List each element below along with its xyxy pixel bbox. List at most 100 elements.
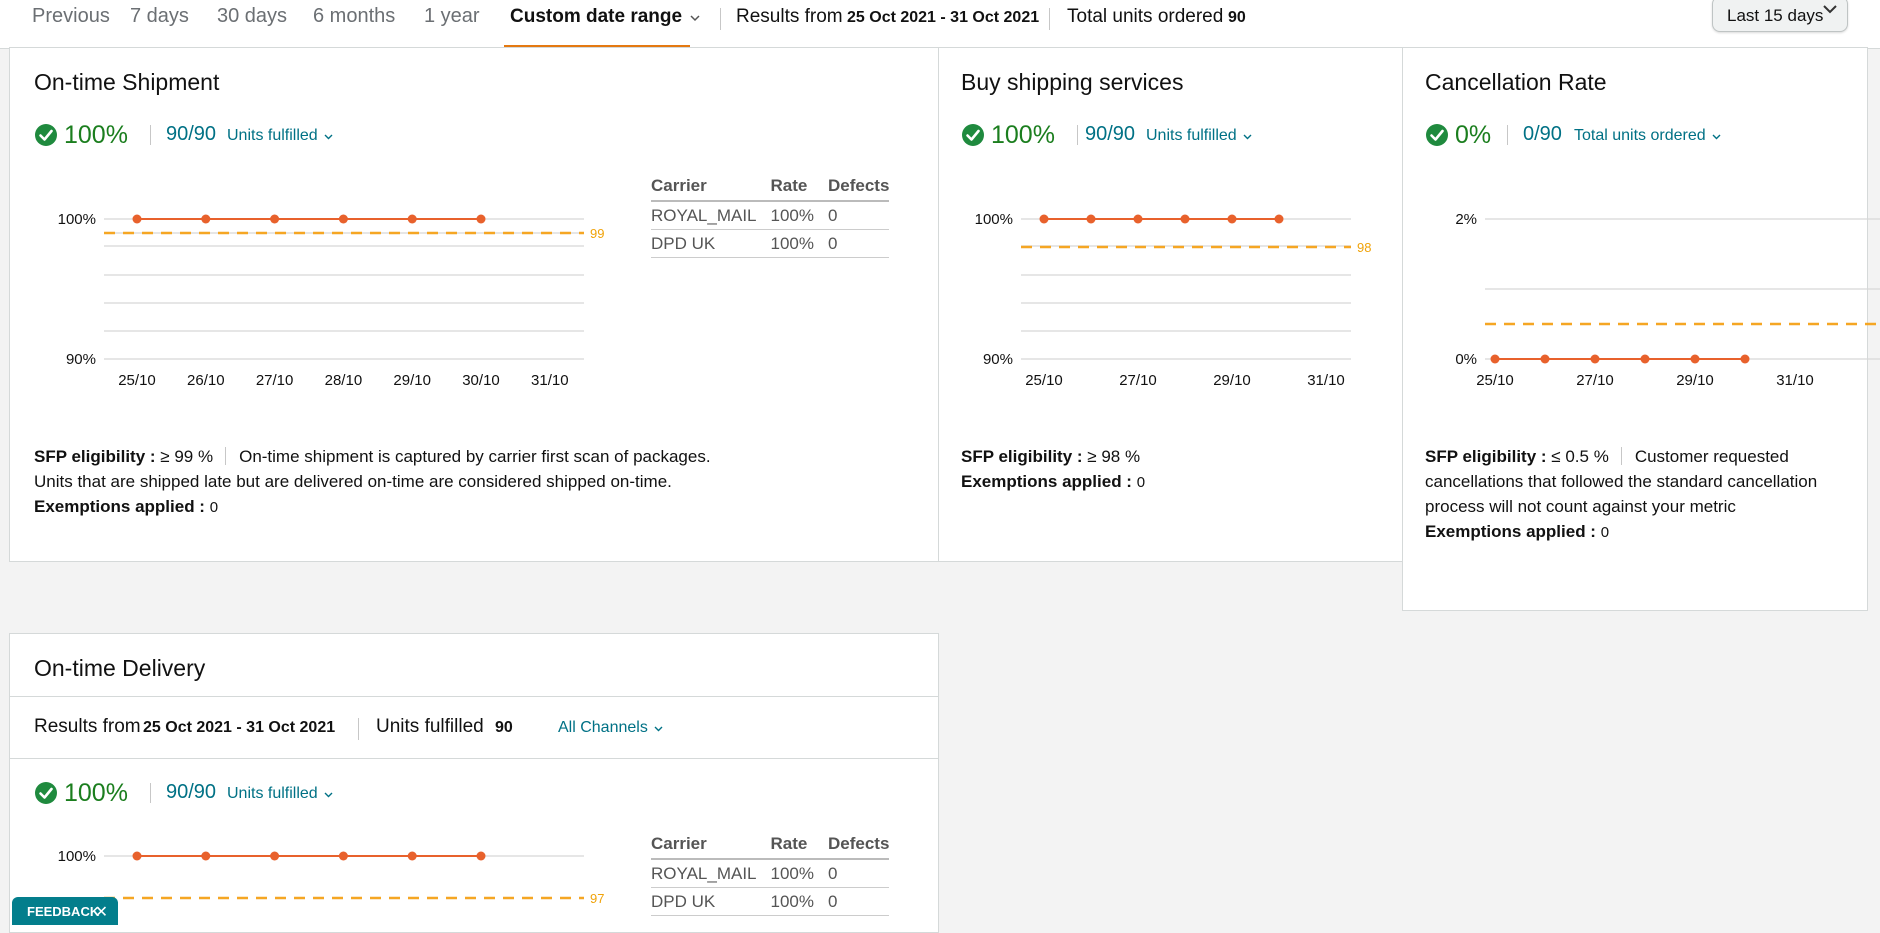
exemptions-value: 0 [1600, 524, 1610, 541]
tab-previous[interactable]: Previous [32, 5, 110, 28]
carrier-name: DPD UK [651, 887, 771, 916]
sfp-label: SFP eligibility : [961, 447, 1083, 466]
x-tick-label: 31/10 [1776, 372, 1814, 389]
on-time-delivery-chart: 100% 97 [58, 848, 605, 906]
carrier-defects: 0 [828, 229, 890, 258]
carrier-defects: 0 [828, 887, 890, 916]
y-tick-label: 90% [983, 351, 1013, 368]
table-header-row: Carrier Rate Defects [651, 176, 890, 202]
units-fulfilled-label: Units fulfilled [376, 716, 484, 737]
column-header-defects: Defects [828, 834, 890, 860]
metric-fraction: 90/90 [1085, 123, 1136, 145]
column-header-carrier: Carrier [651, 176, 771, 202]
sfp-value: ≤ 0.5 % [1551, 447, 1609, 466]
data-point [201, 851, 211, 861]
table-header-row: Carrier Rate Defects [651, 834, 890, 860]
close-icon[interactable]: ✕ [95, 902, 108, 922]
metric-percentage: 0% [1455, 121, 1492, 149]
table-row: DPD UK 100% 0 [651, 887, 890, 916]
divider [720, 8, 721, 30]
carrier-rate: 100% [770, 887, 828, 916]
card-title: Buy shipping services [961, 69, 1184, 95]
data-point [1690, 354, 1700, 364]
tab-custom-date-range-label: Custom date range [510, 6, 683, 27]
total-units-value: 90 [1228, 9, 1246, 26]
tab-7-days[interactable]: 7 days [130, 5, 189, 28]
metric-type-dropdown[interactable]: Units fulfilled [227, 785, 333, 803]
x-tick-label: 25/10 [118, 372, 156, 389]
exemptions-line: Exemptions applied : 0 [961, 469, 1381, 495]
exemptions-line: Exemptions applied : 0 [1425, 519, 1825, 545]
divider [1507, 125, 1508, 145]
data-point [338, 214, 348, 224]
exemptions-value: 0 [1136, 474, 1146, 491]
sfp-label: SFP eligibility : [1425, 447, 1547, 466]
target-label: 99 [590, 226, 604, 241]
data-point [132, 214, 142, 224]
tab-custom-date-range[interactable]: Custom date range [510, 6, 700, 28]
divider [1049, 8, 1050, 30]
chevron-down-icon [654, 726, 663, 732]
divider [150, 125, 151, 145]
tab-6-months[interactable]: 6 months [313, 5, 395, 28]
on-time-shipment-chart: 100% 90% 99 25/10 26/10 27/10 28/10 29/10 30/10 3… [58, 211, 605, 389]
feedback-button[interactable]: FEEDBACK ✕ [12, 897, 118, 925]
data-point [270, 851, 280, 861]
x-tick-label: 27/10 [256, 372, 294, 389]
data-point [1590, 354, 1600, 364]
metric-summary: 0% 0/90 Total units ordered [1425, 121, 1825, 149]
y-tick-label: 0% [1455, 351, 1477, 368]
check-circle-icon [962, 124, 984, 146]
sfp-line: SFP eligibility : ≥ 99 % On-time shipment… [34, 444, 924, 469]
x-tick-label: 28/10 [325, 372, 363, 389]
data-point [476, 214, 486, 224]
x-tick-label: 31/10 [1307, 372, 1345, 389]
on-time-delivery-card: On-time Delivery Results from 25 Oct 202… [9, 633, 939, 933]
carrier-defects: 0 [828, 201, 890, 230]
x-tick-label: 27/10 [1576, 372, 1614, 389]
divider [358, 718, 359, 740]
metric-summary: 100% 90/90 Units fulfilled [34, 779, 434, 807]
divider [225, 447, 227, 465]
metric-fraction: 90/90 [166, 781, 217, 803]
y-tick-label: 100% [58, 211, 96, 228]
metric-type-dropdown[interactable]: Units fulfilled [227, 127, 333, 145]
metric-type-label: Total units ordered [1574, 127, 1706, 144]
chevron-down-icon [690, 15, 700, 22]
x-tick-label: 29/10 [393, 372, 431, 389]
exemptions-label: Exemptions applied : [961, 472, 1132, 491]
table-row: ROYAL_MAIL 100% 0 [651, 201, 890, 230]
range-select-label: Last 15 days [1727, 6, 1824, 25]
table-row: ROYAL_MAIL 100% 0 [651, 859, 890, 888]
chevron-down-icon [1243, 134, 1252, 140]
exemptions-label: Exemptions applied : [34, 497, 205, 516]
exemptions-line: Exemptions applied : 0 [34, 494, 924, 520]
metric-note: Units that are shipped late but are deli… [34, 472, 672, 491]
metric-type-dropdown[interactable]: Total units ordered [1574, 127, 1721, 145]
column-header-rate: Rate [770, 176, 828, 202]
data-point [1133, 214, 1143, 224]
check-circle-icon [1426, 124, 1448, 146]
range-select-button[interactable]: Last 15 days [1712, 0, 1848, 32]
tab-30-days[interactable]: 30 days [217, 5, 287, 28]
exemptions-value: 0 [209, 499, 219, 516]
channels-dropdown[interactable]: All Channels [558, 719, 663, 737]
sfp-value: ≥ 98 % [1087, 447, 1141, 466]
carrier-name: ROYAL_MAIL [651, 859, 771, 888]
x-tick-label: 31/10 [531, 372, 569, 389]
data-point [407, 851, 417, 861]
divider [10, 758, 938, 759]
metric-type-label: Units fulfilled [227, 127, 318, 144]
metric-type-label: Units fulfilled [227, 785, 318, 802]
data-point [201, 214, 211, 224]
total-units-label: Total units ordered [1067, 6, 1224, 27]
sfp-note: On-time shipment is captured by carrier … [239, 447, 711, 466]
metric-type-dropdown[interactable]: Units fulfilled [1146, 127, 1252, 145]
metric-description: SFP eligibility : ≥ 99 % On-time shipment… [34, 444, 924, 520]
target-label: 98 [1357, 240, 1371, 255]
data-point [1640, 354, 1650, 364]
x-tick-label: 30/10 [462, 372, 500, 389]
tab-1-year[interactable]: 1 year [424, 5, 480, 28]
buy-shipping-services-chart: 100% 90% 98 25/10 27/10 29/10 31/10 [975, 211, 1372, 389]
data-point [1540, 354, 1550, 364]
